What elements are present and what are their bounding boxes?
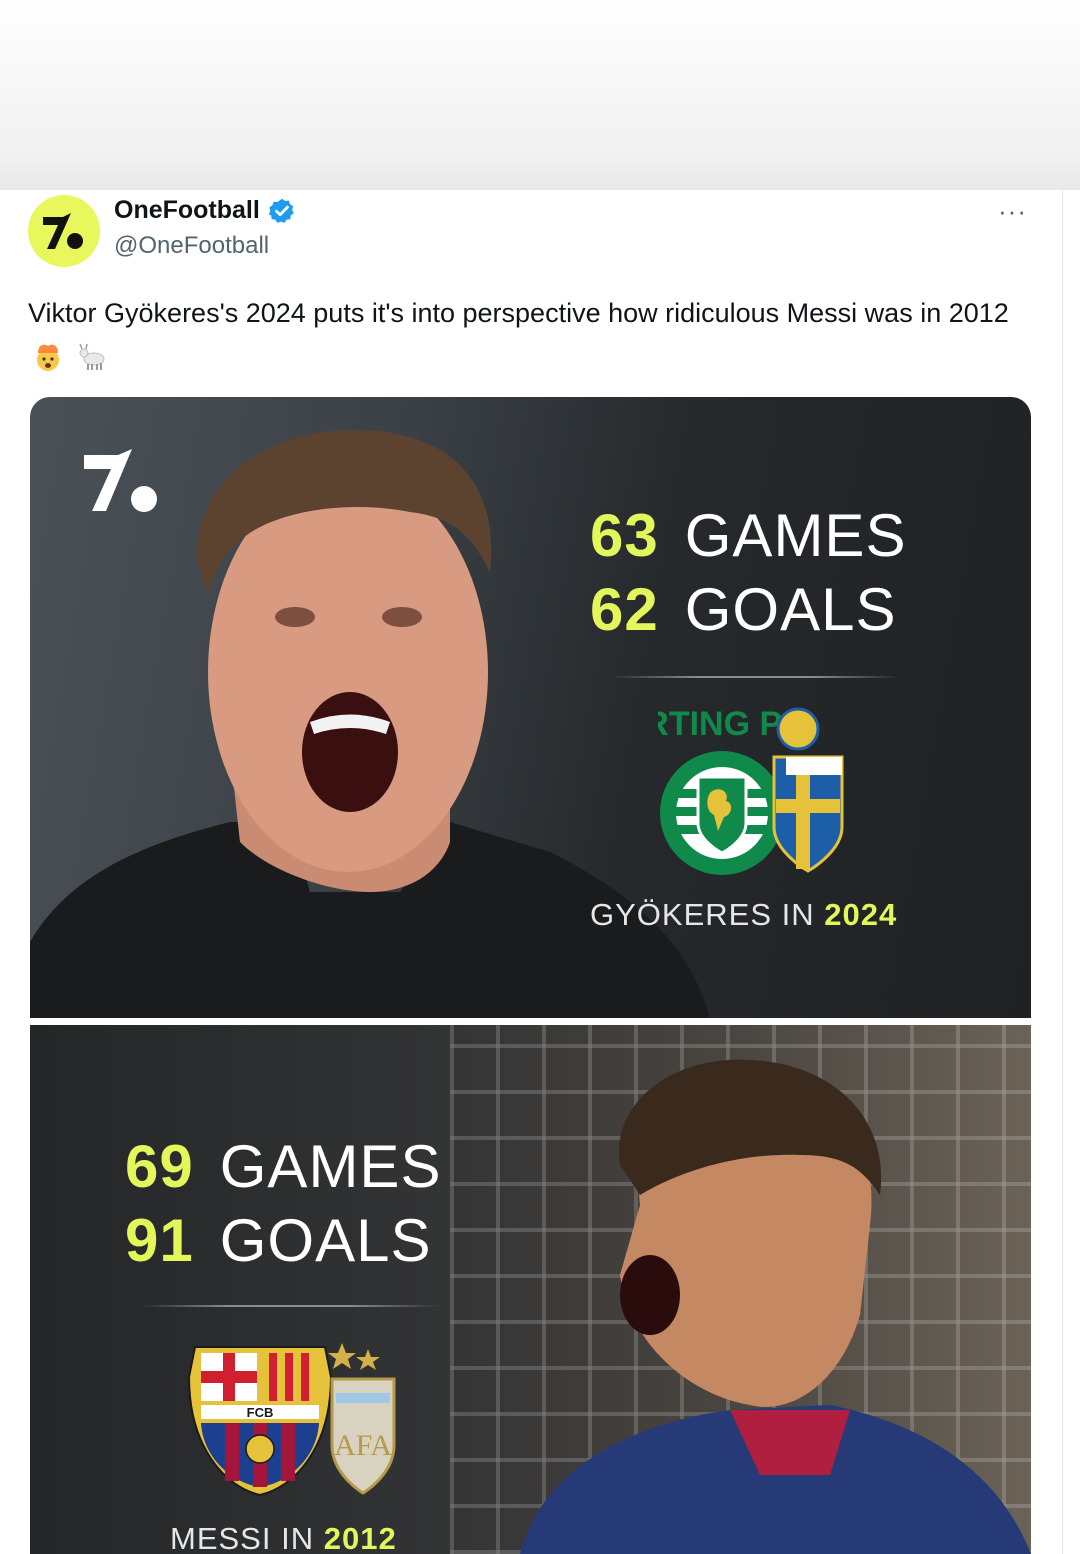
- crest-text: AFA: [334, 1429, 392, 1462]
- gyokeres-panel: 63GAMES 62GOALS SCP SPORTING PORTUGAL GY…: [30, 397, 1031, 1018]
- caption-name: MESSI IN: [170, 1521, 315, 1554]
- games-line: 63 GAMES: [590, 499, 906, 573]
- games-value: 63: [590, 502, 659, 569]
- exploding-head-emoji: [37, 344, 59, 371]
- fc-barcelona-crest: FCB: [187, 1346, 333, 1497]
- verified-badge-icon: [268, 198, 294, 223]
- caption-year: 2024: [824, 897, 898, 932]
- onefootball-avatar[interactable]: [28, 195, 100, 267]
- blurred-header-area: [0, 0, 1080, 190]
- goals-value: 62: [590, 576, 659, 643]
- games-value: 69: [125, 1133, 194, 1200]
- goals-line: 62 GOALS: [590, 573, 906, 647]
- more-options-icon[interactable]: ···: [998, 196, 1027, 227]
- goals-line: 91 GOALS: [125, 1204, 441, 1278]
- messi-photo: [520, 1059, 1031, 1554]
- sweden-crest: [772, 707, 844, 873]
- gyokeres-stats: 63 GAMES 62 GOALS: [590, 499, 906, 647]
- messi-stats: 69 GAMES 91 GOALS: [125, 1130, 441, 1278]
- messi-caption: MESSI IN 2012: [170, 1521, 397, 1554]
- caption-year: 2012: [323, 1521, 397, 1554]
- tweet-media-image[interactable]: 63GAMES 62GOALS SCP SPORTING PORTUGAL GY…: [30, 397, 1031, 1554]
- goat-emoji: [78, 343, 105, 370]
- tweet-text: Viktor Gyökeres's 2024 puts it's into pe…: [28, 292, 1028, 376]
- games-line: 69 GAMES: [125, 1130, 441, 1204]
- goals-label: GOALS: [684, 576, 897, 643]
- timeline-border: [1062, 190, 1063, 1554]
- gyokeres-caption: GYÖKERES IN 2024: [590, 897, 897, 933]
- games-label: GAMES: [219, 1133, 442, 1200]
- stats-divider: [610, 676, 900, 678]
- onefootball-logo-icon: [43, 213, 83, 249]
- tweet-body: Viktor Gyökeres's 2024 puts it's into pe…: [28, 298, 1009, 328]
- argentina-crest: AFA: [328, 1343, 396, 1495]
- goals-label: GOALS: [219, 1207, 432, 1274]
- games-label: GAMES: [684, 502, 907, 569]
- author-handle[interactable]: @OneFootball: [114, 232, 269, 260]
- goals-value: 91: [125, 1207, 194, 1274]
- stats-divider: [140, 1305, 440, 1307]
- caption-name: GYÖKERES IN: [590, 897, 815, 932]
- author-display-name[interactable]: OneFootball: [114, 196, 260, 225]
- author-name-row[interactable]: OneFootball: [114, 196, 296, 225]
- messi-panel: 69 GAMES 91 GOALS FCB AFA MESSI IN 2012: [30, 1025, 1031, 1554]
- crest-text: FCB: [247, 1405, 274, 1420]
